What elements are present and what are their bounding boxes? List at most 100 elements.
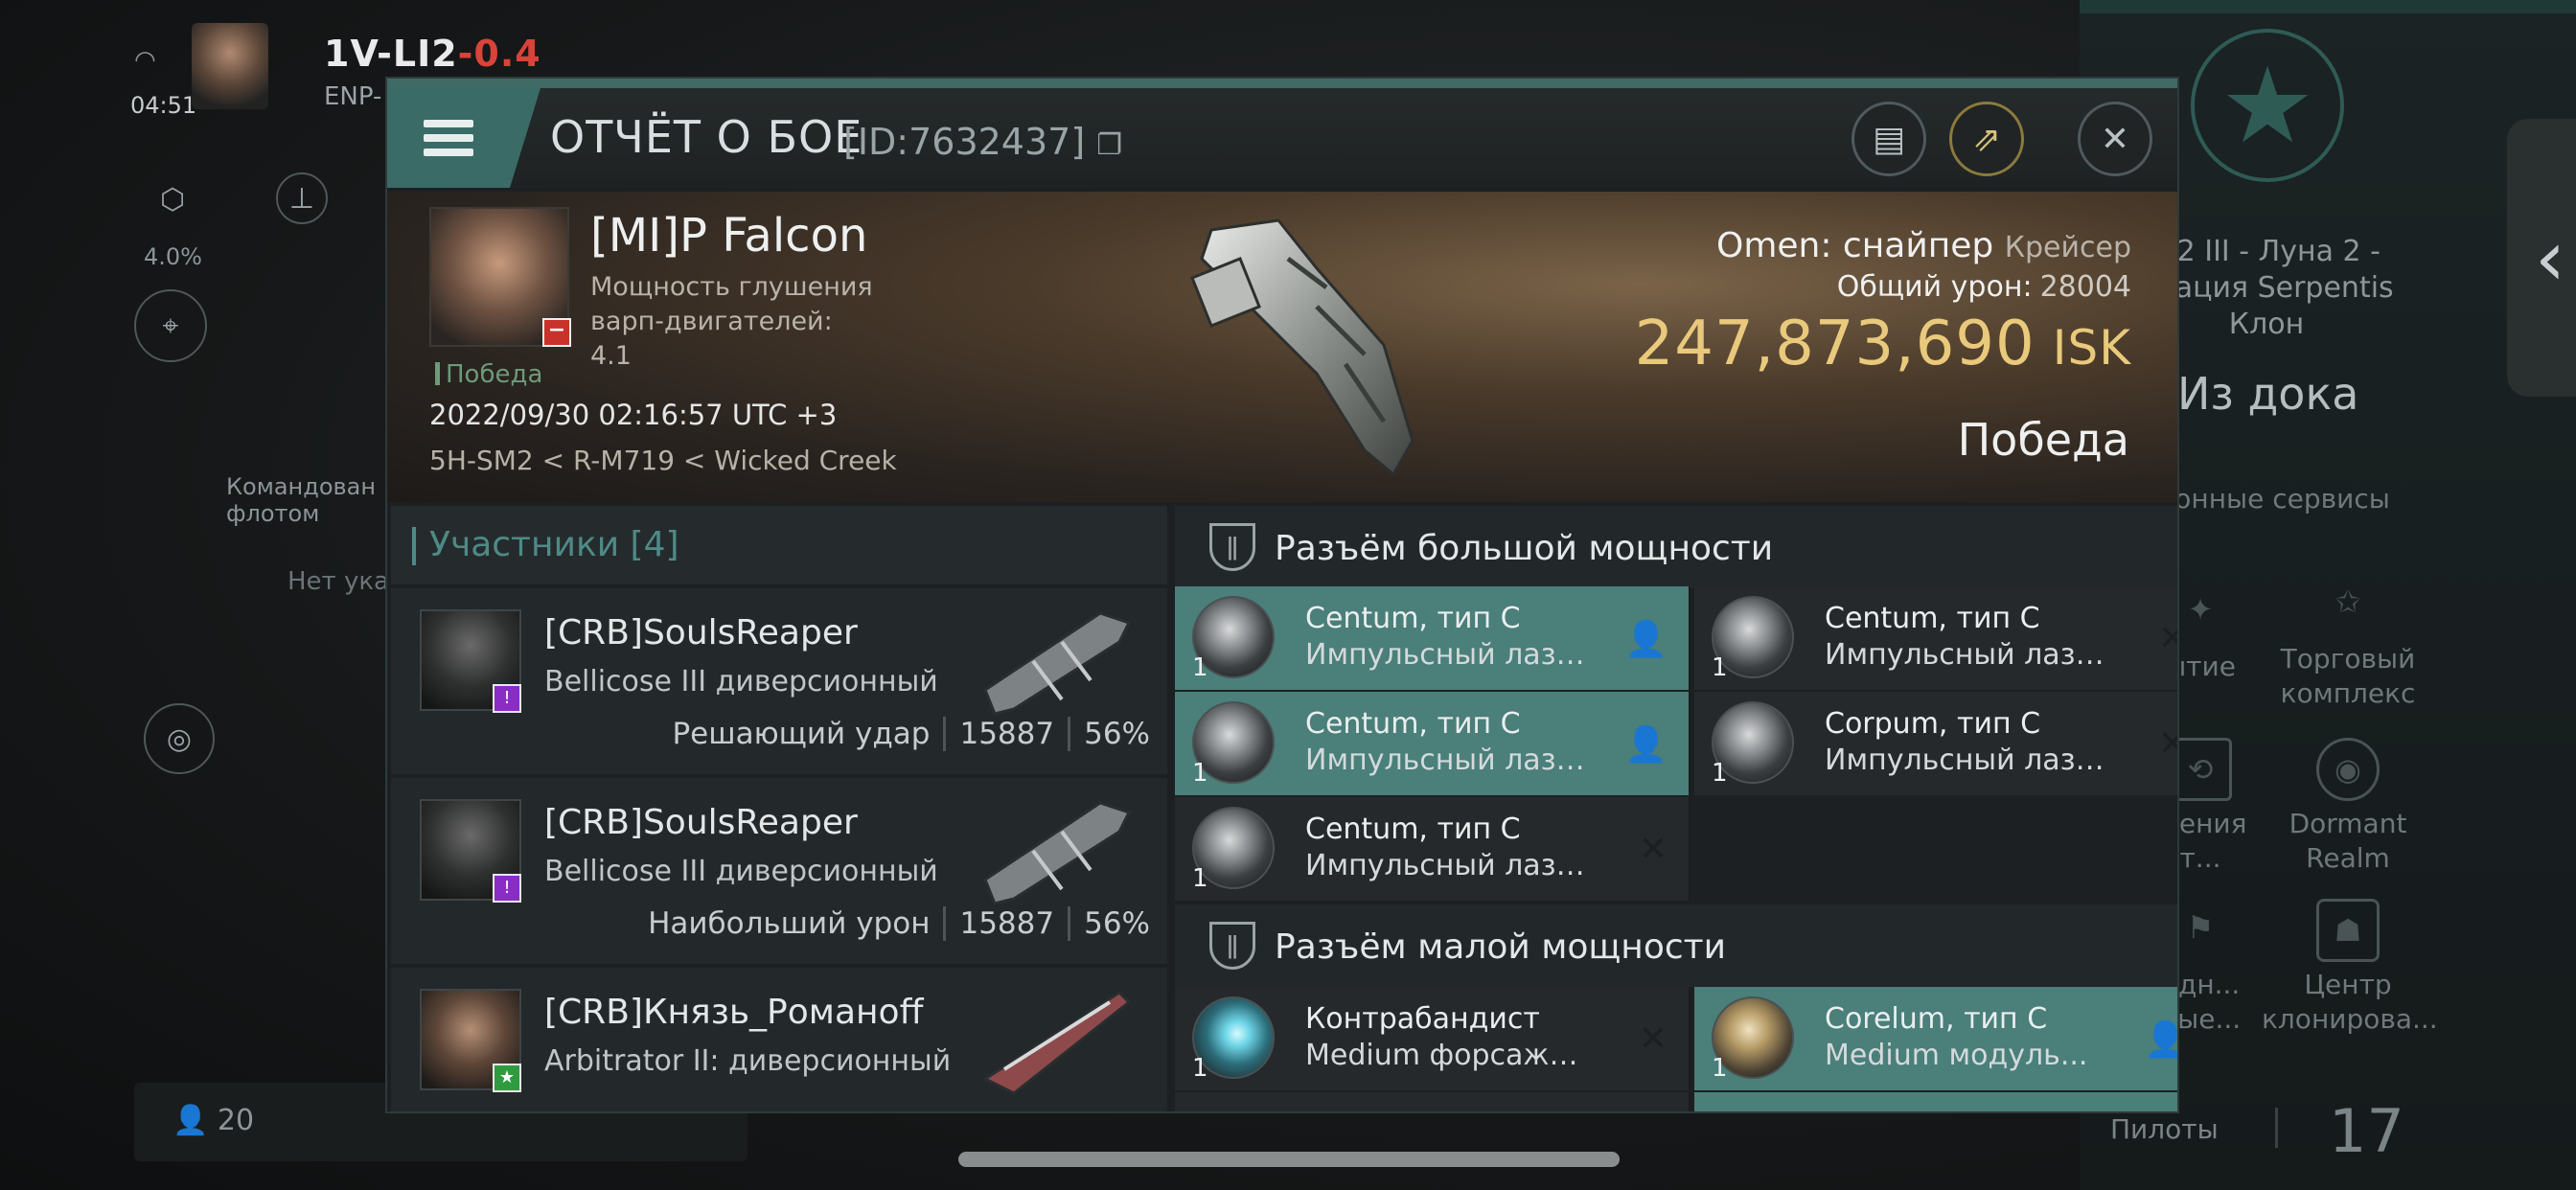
module-name: Centum, тип C — [1305, 812, 1521, 846]
destroyed-x-icon: ✕ — [1638, 1019, 1668, 1059]
clone-center-icon: ☗ — [2316, 899, 2380, 962]
module-item-partial[interactable] — [1175, 1092, 1690, 1111]
corp-badge-icon: ǃ — [493, 684, 521, 713]
dropped-pilot-icon: 👤 — [2144, 1019, 2177, 1060]
location-icon[interactable]: ⌖ — [134, 289, 207, 362]
battle-result: Победа — [1957, 414, 2129, 466]
dormant-realm-icon: ◉ — [2316, 738, 2380, 801]
module-item[interactable]: 1 Centum, тип C Импульсный лазер... 👤 — [1175, 586, 1690, 690]
close-icon: ✕ — [2100, 119, 2130, 159]
home-indicator[interactable] — [958, 1152, 1620, 1167]
module-qty: 1 — [1192, 864, 1208, 893]
combat-report-dialog: ОТЧЁТ О БОЕ [ID:7632437] ❐ ▤ ⇗ ✕ − [MI]P… — [385, 77, 2179, 1113]
pilots-label: Пилоты — [2110, 1113, 2219, 1145]
destroyed-x-icon: ✕ — [1638, 830, 1668, 869]
ship-render — [981, 991, 1132, 1095]
nes-star-icon: ✩ — [2334, 584, 2361, 620]
module-item-partial[interactable] — [1694, 1092, 2177, 1111]
kill-location[interactable]: 5H-SM2 < R-M719 < Wicked Creek — [429, 445, 897, 476]
module-item[interactable]: 1 Corpum, тип C Импульсный лазер... ✕ — [1694, 692, 2177, 795]
fleet-command-label: Командован флотом — [226, 473, 377, 527]
participant-damage: 15887 — [943, 906, 1068, 941]
isk-value: 247,873,690 ISK — [1634, 309, 2131, 379]
star-badge-icon: ★ — [493, 1064, 521, 1092]
module-item[interactable]: 1 Контрабандист Medium форсажный ... ✕ — [1175, 987, 1690, 1090]
dialog-accent-line — [387, 79, 2177, 88]
local-count[interactable]: 👤 20 — [172, 1104, 254, 1137]
module-qty: 1 — [1712, 759, 1728, 788]
high-slot-icon: ǁ — [1209, 523, 1255, 571]
close-button[interactable]: ✕ — [2078, 102, 2152, 176]
dropped-pilot-icon: 👤 — [1624, 725, 1668, 765]
cargo-percent: 4.0% — [144, 243, 202, 270]
participants-header: Участники [4] — [391, 506, 1167, 584]
module-name: Centum, тип C — [1825, 602, 2040, 635]
module-desc: Импульсный лазер... — [1825, 744, 2112, 777]
module-desc: Импульсный лазер... — [1305, 638, 1593, 672]
destroyed-x-icon: ✕ — [2158, 724, 2177, 764]
corp-emblem-icon: ★ — [2191, 29, 2344, 182]
scan-icon[interactable]: ⊥ — [276, 172, 328, 224]
kill-datetime: 2022/09/30 02:16:57 UTC +3 — [429, 399, 838, 431]
service-dormant-realm[interactable]: ◉ Dormant Realm — [2262, 738, 2434, 876]
total-damage: Общий урон: 28004 — [1836, 270, 2131, 304]
dropped-pilot-icon: 👤 — [1624, 620, 1668, 659]
ship-name[interactable]: Omen: снайпер Крейсер — [1716, 226, 2131, 265]
ship-class: Крейсер — [2004, 231, 2131, 264]
participant-percent: 56% — [1068, 717, 1150, 751]
low-slot-icon: ǁ — [1209, 922, 1255, 970]
module-qty: 1 — [1192, 653, 1208, 682]
module-item[interactable]: 1 Centum, тип C Импульсный лазер... 👤 — [1175, 692, 1690, 795]
player-avatar[interactable] — [192, 23, 268, 109]
participant-card[interactable]: ★ [CRB]Князь_Романoff Arbitrator II: див… — [391, 968, 1167, 1111]
target-icon[interactable]: ◎ — [144, 703, 215, 774]
module-desc: Medium модуль... — [1825, 1039, 2088, 1072]
participants-title: Участники [4] — [412, 525, 679, 565]
participant-percent: 56% — [1068, 906, 1150, 941]
copy-icon[interactable]: ❐ — [1096, 128, 1122, 162]
hamburger-icon — [424, 113, 473, 163]
cargo-icon[interactable]: ⬡ — [144, 171, 201, 228]
participant-role: Решающий удар — [672, 717, 931, 751]
participant-card[interactable]: ǃ [CRB]SoulsReaper Bellicose III диверси… — [391, 778, 1167, 964]
participant-name: [CRB]Князь_Романoff — [544, 993, 924, 1032]
result-tag: Победа — [435, 360, 542, 389]
victim-name[interactable]: [MI]P Falcon — [590, 209, 867, 263]
pilots-count: 17 — [2329, 1096, 2404, 1166]
side-panel-toggle[interactable]: ‹ — [2507, 119, 2576, 397]
clipboard-button[interactable]: ▤ — [1852, 102, 1926, 176]
hostile-badge-icon: − — [542, 318, 571, 347]
participant-stats: Наибольший урон 15887 56% — [634, 906, 1150, 941]
undock-button[interactable]: Из дока — [2177, 368, 2358, 420]
module-desc: Импульсный лазер... — [1305, 744, 1593, 777]
weapon-render — [983, 611, 1132, 716]
corp-badge-icon: ǃ — [493, 874, 521, 903]
module-name: Centum, тип C — [1305, 707, 1521, 741]
module-item[interactable]: 1 Centum, тип C Импульсный лазер... ✕ — [1694, 586, 2177, 690]
isk-unit: ISK — [2052, 320, 2131, 376]
ship-render — [1190, 218, 1414, 477]
share-button[interactable]: ⇗ — [1949, 102, 2024, 176]
module-name: Corelum, тип C — [1825, 1002, 2048, 1036]
system-name[interactable]: 1V-LI2-0.4 — [324, 33, 541, 75]
low-slot-header: ǁ Разъём малой мощности — [1175, 904, 2177, 987]
share-icon: ⇗ — [1971, 119, 2002, 159]
service-market[interactable]: ✩ Торговый комплекс — [2262, 573, 2434, 711]
participant-ship: Arbitrator II: диверсионный — [544, 1044, 952, 1078]
pilots-divider — [2275, 1108, 2278, 1148]
wifi-icon: ◠ — [134, 46, 156, 75]
warp-strength: Мощность глушения варп-двигателей: 4.1 — [590, 272, 873, 371]
participant-damage: 15887 — [943, 717, 1068, 751]
participant-card[interactable]: ǃ [CRB]SoulsReaper Bellicose III диверси… — [391, 588, 1167, 774]
dialog-title: ОТЧЁТ О БОЕ — [550, 111, 863, 163]
module-name: Corpum, тип C — [1825, 707, 2041, 741]
report-id[interactable]: [ID:7632437] ❐ — [843, 121, 1122, 163]
service-clone-center[interactable]: ☗ Центр клонирова... — [2262, 899, 2438, 1037]
participant-name: [CRB]SoulsReaper — [544, 803, 858, 842]
module-qty: 1 — [1712, 1054, 1728, 1083]
victim-banner: − [MI]P Falcon Мощность глушения варп-дв… — [387, 192, 2177, 502]
weapon-render — [983, 801, 1132, 905]
module-item[interactable]: 1 Centum, тип C Импульсный лазер... ✕ — [1175, 797, 1690, 901]
clipboard-icon: ▤ — [1872, 119, 1905, 159]
module-item[interactable]: 1 Corelum, тип C Medium модуль... 👤 — [1694, 987, 2177, 1090]
